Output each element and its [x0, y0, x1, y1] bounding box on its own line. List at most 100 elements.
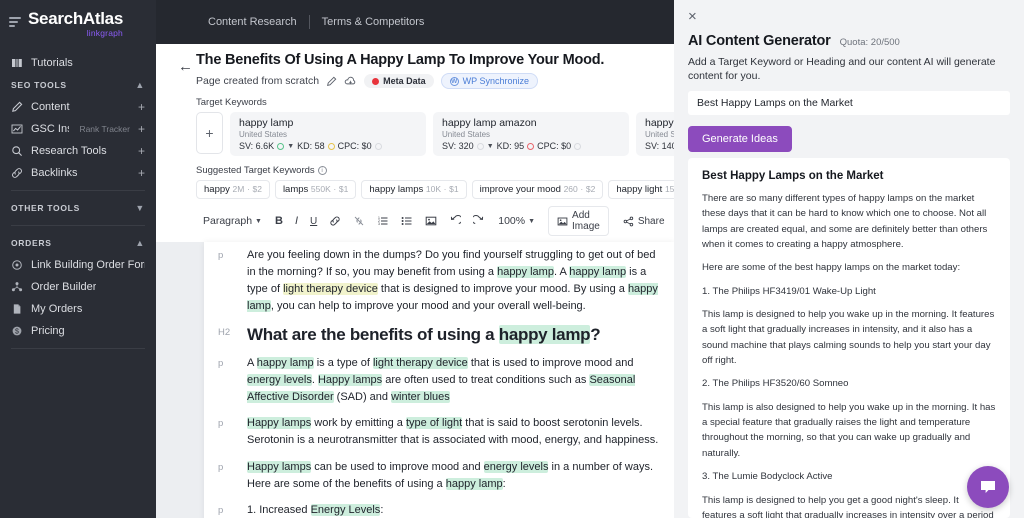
status-badge-meta-data[interactable]: Meta Data — [364, 74, 434, 88]
chip-volume: 260 — [563, 184, 578, 194]
sidebar-item-research-tools[interactable]: Research Tools + — [0, 140, 156, 162]
add-keyword-button[interactable]: + — [196, 112, 223, 154]
tab-terms-competitors[interactable]: Terms & Competitors — [310, 16, 437, 28]
block-body[interactable]: Are you feeling down in the dumps? Do yo… — [247, 247, 667, 315]
keyword-input[interactable] — [688, 91, 1010, 116]
bulleted-list-icon[interactable] — [395, 215, 419, 227]
sidebar-item-label: Backlinks — [31, 166, 78, 179]
plus-icon[interactable]: + — [138, 167, 145, 179]
chip-cpc: $1 — [338, 184, 349, 194]
sidebar-item-backlinks[interactable]: Backlinks + — [0, 162, 156, 184]
suggested-keyword-chip[interactable]: lamps 550K · $1 — [274, 180, 357, 199]
chat-widget-button[interactable] — [967, 466, 1009, 508]
numbered-list-icon[interactable]: 123 — [371, 215, 395, 227]
sidebar-item-gsc-insights[interactable]: GSC Insights Rank Tracker + — [0, 118, 156, 140]
add-image-button[interactable]: Add Image — [548, 206, 609, 236]
block-body[interactable]: What are the benefits of using a happy l… — [247, 324, 667, 346]
block-body[interactable]: Happy lamps can be used to improve mood … — [247, 459, 667, 493]
document-icon — [11, 303, 23, 315]
share-button[interactable]: Share — [614, 212, 673, 230]
brand-logo[interactable]: SearchAtlas linkgraph — [0, 0, 156, 38]
plus-icon[interactable]: + — [138, 101, 145, 113]
keyword-sv: SV: 140 — [645, 141, 674, 151]
keyword-card[interactable]: happy lamp for sad United States SV: 140… — [636, 112, 674, 156]
block-tag: H2 — [218, 327, 231, 339]
zoom-level-dropdown[interactable]: 100% ▼ — [491, 215, 542, 227]
result-heading: Best Happy Lamps on the Market — [702, 170, 884, 182]
plus-icon[interactable]: + — [138, 123, 145, 135]
status-badge-wp-synchronize[interactable]: W WP Synchronize — [440, 73, 539, 89]
button-label: Add Image — [572, 210, 600, 232]
sidebar-divider — [11, 189, 145, 191]
block-body[interactable]: Happy lamps work by emitting a type of l… — [247, 415, 667, 449]
underline-icon[interactable]: U — [304, 216, 323, 227]
insert-image-icon[interactable] — [419, 215, 443, 227]
sidebar-item-label: My Orders — [31, 302, 83, 315]
info-icon[interactable]: i — [317, 166, 327, 175]
sidebar-item-sublabel[interactable]: Rank Tracker — [79, 124, 130, 134]
editor-block[interactable]: p A happy lamp is a type of light therap… — [204, 346, 674, 406]
sidebar-item-label: Pricing — [31, 324, 65, 337]
sidebar-item-tutorials[interactable]: Tutorials — [0, 52, 156, 74]
generated-result-card[interactable]: Best Happy Lamps on the Market There are… — [688, 158, 1010, 518]
chevron-up-icon[interactable]: ▲ — [135, 80, 145, 90]
hamburger-menu-icon[interactable] — [9, 17, 21, 29]
undo-icon[interactable] — [443, 215, 467, 227]
chip-cpc: $2 — [252, 184, 262, 194]
sidebar-item-label: Content — [31, 100, 70, 113]
chevron-down-icon[interactable]: ▼ — [135, 203, 145, 213]
keyword-card[interactable]: happy lamp amazon United States SV: 320 … — [433, 112, 629, 156]
sidebar-item-content[interactable]: Content + — [0, 96, 156, 118]
sidebar-item-pricing[interactable]: $ Pricing — [0, 320, 156, 342]
keyword-name: happy lamp amazon — [442, 117, 537, 129]
chip-cpc: $2 — [585, 184, 596, 194]
bold-icon[interactable]: B — [269, 215, 289, 227]
sidebar-item-order-builder[interactable]: Order Builder — [0, 276, 156, 298]
keyword-cpc: CPC: $0 — [537, 141, 572, 151]
unlink-icon[interactable] — [347, 215, 371, 227]
editor-block[interactable]: p Happy lamps work by emitting a type of… — [204, 406, 674, 449]
block-body[interactable]: 1. Increased Energy Levels: — [247, 502, 667, 518]
suggested-keyword-chip[interactable]: happy 2M · $2 — [196, 180, 270, 199]
keyword-cpc: CPC: $0 — [337, 141, 372, 151]
sv-ring-icon — [277, 142, 285, 150]
block-body[interactable]: A happy lamp is a type of light therapy … — [247, 355, 667, 406]
editor-block[interactable]: p Are you feeling down in the dumps? Do … — [204, 242, 674, 315]
suggested-keyword-chip[interactable]: improve your mood 260 · $2 — [471, 180, 604, 199]
chart-line-icon — [11, 123, 23, 135]
result-paragraph: This lamp is designed to help you wake u… — [702, 309, 995, 367]
document-paper[interactable]: p Are you feeling down in the dumps? Do … — [204, 242, 674, 518]
editor-block[interactable]: p Happy lamps can be used to improve moo… — [204, 450, 674, 493]
sidebar-item-link-building-order-form[interactable]: Link Building Order Form — [0, 254, 156, 276]
block-tag: p — [218, 504, 224, 516]
editor-block[interactable]: p 1. Increased Energy Levels: — [204, 493, 674, 518]
sidebar-section-seo-tools[interactable]: SEO TOOLS ▲ — [0, 74, 156, 96]
plus-icon[interactable]: + — [138, 145, 145, 157]
suggested-keyword-chip[interactable]: happy lamps 10K · $1 — [361, 180, 467, 199]
sidebar-item-my-orders[interactable]: My Orders — [0, 298, 156, 320]
editor-block[interactable]: H2 What are the benefits of using a happ… — [204, 315, 674, 346]
kd-ring-icon — [327, 142, 335, 150]
sidebar-section-orders[interactable]: ORDERS ▲ — [0, 232, 156, 254]
alert-dot-icon — [372, 77, 380, 85]
wordpress-icon: W — [449, 76, 459, 86]
back-arrow-icon[interactable]: ← — [178, 58, 193, 75]
paragraph-style-dropdown[interactable]: Paragraph ▼ — [196, 215, 269, 227]
sidebar-section-other-tools[interactable]: OTHER TOOLS ▼ — [0, 197, 156, 219]
tab-content-research[interactable]: Content Research — [196, 16, 309, 28]
redo-icon[interactable] — [467, 215, 491, 227]
sidebar-divider — [11, 347, 145, 349]
edit-pencil-icon[interactable] — [326, 76, 337, 87]
italic-icon[interactable]: I — [289, 215, 304, 227]
cloud-download-icon[interactable] — [344, 76, 357, 87]
insert-link-icon[interactable] — [323, 215, 347, 227]
chevron-up-icon[interactable]: ▲ — [135, 238, 145, 248]
generate-ideas-button[interactable]: Generate Ideas — [688, 126, 792, 153]
chip-term: lamps — [282, 184, 309, 195]
suggested-keyword-chip[interactable]: happy light 15K · $1 — [608, 180, 674, 199]
keyword-card[interactable]: happy lamp United States SV: 6.6K ▼ KD: … — [230, 112, 426, 156]
close-panel-button[interactable]: × — [688, 9, 702, 24]
link-icon — [11, 167, 23, 179]
section-label: OTHER TOOLS — [11, 202, 80, 213]
caret-down-icon: ▼ — [255, 217, 262, 225]
